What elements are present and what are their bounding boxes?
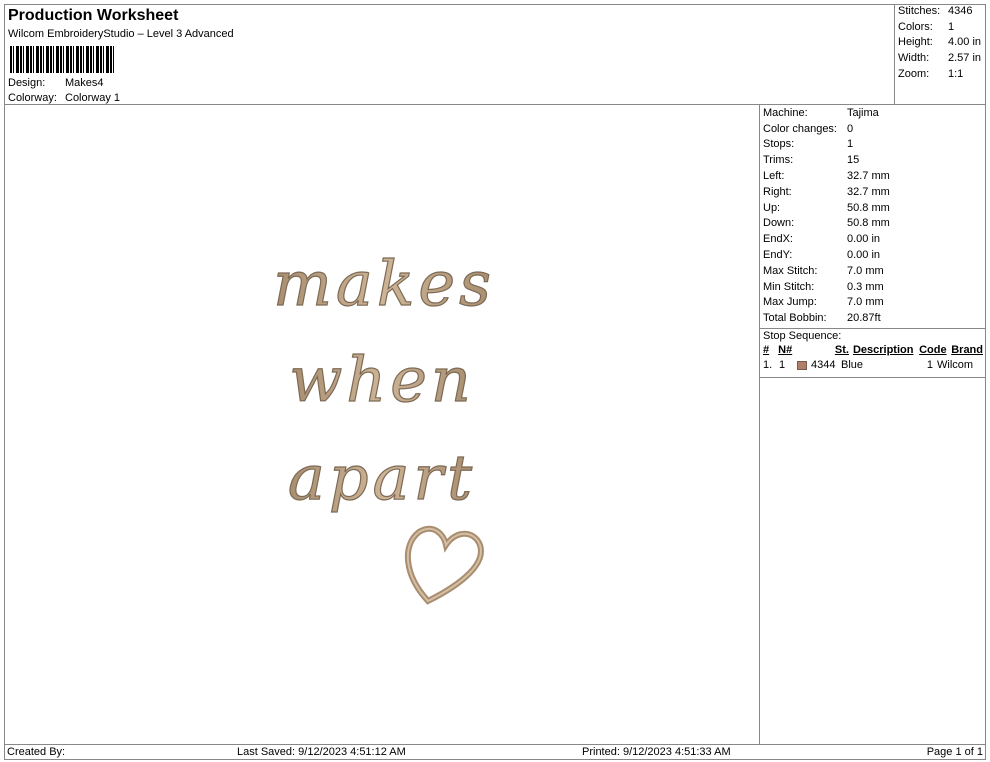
stop-sequence: Stop Sequence: # N# St. Description Code… (760, 328, 986, 379)
created-by: Created By: (7, 746, 66, 758)
stop-sequence-header: # N# St. Description Code Brand (763, 343, 983, 356)
detail-row: Max Stitch: 7.0 mm (763, 264, 884, 277)
worksheet-footer: Created By: Last Saved: 9/12/2023 4:51:1… (4, 744, 986, 760)
worksheet-header: Production Worksheet Wilcom EmbroiderySt… (4, 4, 986, 105)
design-text-line: makes (273, 247, 495, 320)
page-number: Page 1 of 1 (926, 746, 983, 758)
stop-sequence-row: 1. 1 4344 Blue 1 Wilcom (763, 359, 974, 372)
detail-row: Stops: 1 (763, 138, 854, 151)
design-text-line: apart (288, 441, 476, 514)
summary-row: Height: 4.00 in (898, 36, 982, 49)
detail-row: Right: 32.7 mm (763, 185, 890, 198)
detail-row: Min Stitch: 0.3 mm (763, 280, 884, 293)
stop-sequence-label: Stop Sequence: (763, 330, 842, 343)
embroidery-design: makes when apart (272, 246, 495, 605)
detail-row: Total Bobbin: 20.87ft (763, 312, 881, 325)
detail-row: Trims: 15 (763, 154, 860, 167)
colorway-row: Colorway: Colorway 1 (8, 92, 121, 104)
detail-row: Up: 50.8 mm (763, 201, 890, 214)
summary-box: Stitches: 4346 Colors: 1 Height: 4.00 in Wi… (894, 4, 986, 105)
detail-row: Down: 50.8 mm (763, 217, 890, 230)
design-row: Design: Makes4 (8, 77, 104, 89)
page-title: Production Worksheet (8, 7, 179, 24)
design-preview: makes when apart (4, 105, 759, 744)
detail-row: Color changes: 0 (763, 122, 854, 135)
printed-date: Printed: 9/12/2023 4:51:33 AM (582, 746, 731, 758)
detail-row: Left: 32.7 mm (763, 170, 890, 183)
design-name: Makes4 (65, 77, 104, 89)
detail-row: EndY: 0.00 in (763, 249, 881, 262)
barcode (10, 46, 114, 73)
detail-row: Max Jump: 7.0 mm (763, 296, 884, 309)
software-name: Wilcom EmbroideryStudio – Level 3 Advanc… (8, 28, 234, 40)
summary-row: Width: 2.57 in (898, 52, 982, 65)
colorway-name: Colorway 1 (65, 92, 121, 104)
design-text-line: when (289, 343, 475, 416)
summary-row: Zoom: 1:1 (898, 67, 964, 80)
detail-row: Machine: Tajima (763, 106, 879, 119)
detail-row: EndX: 0.00 in (763, 233, 881, 246)
color-swatch (797, 360, 807, 370)
last-saved: Last Saved: 9/12/2023 4:51:12 AM (237, 746, 406, 758)
summary-row: Colors: 1 (898, 20, 955, 33)
details-panel: Machine: Tajima Color changes: 0 Stops: 1 Trim… (759, 105, 986, 744)
summary-row: Stitches: 4346 (898, 5, 973, 17)
